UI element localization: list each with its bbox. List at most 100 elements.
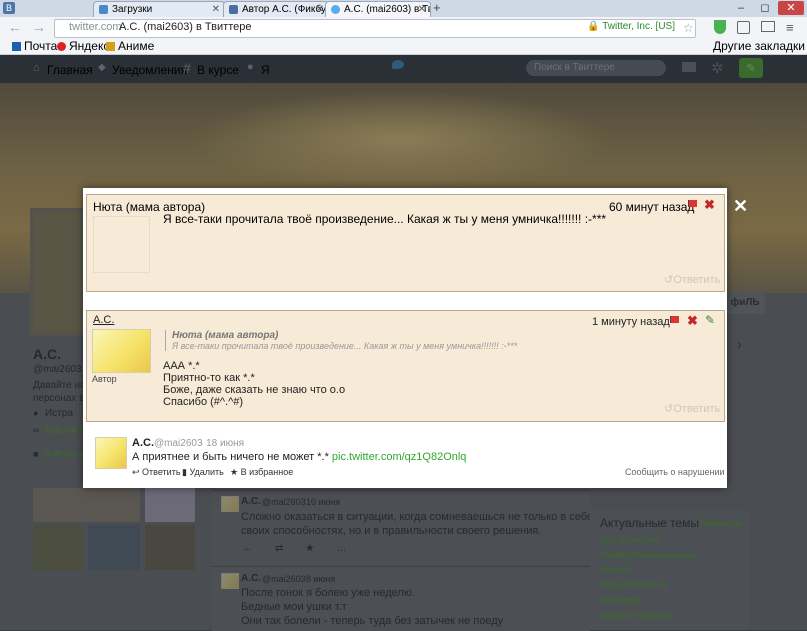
tweet-reply-action[interactable]: ↩ Ответить (132, 467, 181, 478)
forward-button[interactable]: → (32, 19, 46, 35)
pocket-extension-icon[interactable] (737, 21, 750, 34)
profile-name: А.С. (33, 346, 61, 362)
delete-action-label: Удалить (189, 467, 224, 477)
hashtag-icon[interactable]: # (183, 60, 191, 76)
trend-item[interactable]: #ДепутатВзятка (600, 580, 667, 590)
other-bookmarks[interactable]: Другие закладки (713, 39, 805, 53)
profile-edit-button[interactable]: фиЛЬ (725, 292, 765, 314)
banner-character-image (190, 90, 610, 190)
star-icon[interactable]: ☆ (683, 21, 694, 35)
tweet-author: А.С. (241, 496, 261, 507)
bookmark-mail[interactable]: Почта (12, 39, 57, 53)
reply-action-label: Ответить (142, 467, 181, 477)
security-label-text: Twitter, Inc. [US] (602, 21, 675, 32)
comment-line: Боже, даже сказать не знаю что о.о (163, 384, 346, 396)
message-extension-icon[interactable] (761, 21, 775, 32)
tweet-avatar[interactable] (95, 437, 127, 469)
tab-twitter[interactable]: А.С. (mai2603) в Твитте ✕ (325, 1, 431, 18)
menu-icon[interactable]: ≡ (786, 20, 794, 35)
bookmark-label: Аниме (118, 39, 155, 53)
tab-close-icon[interactable]: ✕ (418, 2, 426, 17)
window-close-button[interactable]: ✕ (778, 1, 804, 15)
search-input[interactable]: Поиск в Твиттере (526, 60, 666, 76)
vk-app-icon[interactable]: В (3, 2, 15, 14)
anime-icon (106, 42, 115, 51)
tweet-author: А.С. (241, 573, 261, 584)
comment-reply-link[interactable]: ↺Ответить (664, 402, 720, 415)
comment-author-link[interactable]: А.С. (93, 314, 114, 326)
trend-item[interactable]: #Днем Рождения (600, 610, 671, 620)
tweet-text-line: Сложно оказаться в ситуации, когда сомне… (241, 511, 603, 523)
trend-item[interactable]: #Valleyofthenewvmower (600, 550, 697, 560)
person-icon[interactable]: ● (247, 61, 254, 73)
modal-close-button[interactable]: ✕ (733, 196, 748, 217)
nav-home[interactable]: Главная (47, 63, 93, 77)
profile-location: Истра (45, 408, 73, 419)
url-title: А.С. (mai2603) в Твиттере (119, 21, 252, 33)
nav-discover[interactable]: В курсе (197, 63, 239, 77)
shield-extension-icon[interactable] (714, 20, 726, 34)
tweet-body: А приятнее и быть ничего не может *.* (132, 451, 329, 463)
bookmark-yandex[interactable]: Яндекс (57, 39, 109, 53)
photo-thumb-4[interactable] (88, 525, 140, 570)
photo-thumb-2[interactable] (145, 488, 195, 522)
delete-icon[interactable]: ✖ (687, 313, 698, 329)
tab-close-icon[interactable]: ✕ (212, 2, 220, 17)
mail-icon (12, 42, 21, 51)
profile-bio-2: персонах ва (33, 393, 90, 404)
photo-thumb-5[interactable] (145, 525, 195, 570)
tweet-handle[interactable]: @mai2603 (154, 438, 203, 449)
quote-author: Нюта (мама автора) (172, 330, 279, 341)
tweet-pic-link[interactable]: pic.twitter.com/qz1Q82Onlq (332, 451, 467, 463)
trend-item[interactable]: #АзКодро (600, 595, 640, 605)
report-flag-icon[interactable] (688, 200, 697, 207)
home-icon[interactable]: ⌂ (33, 62, 40, 74)
tweet-favorite-action[interactable]: ★ В избранное (230, 467, 293, 478)
bookmark-anime[interactable]: Аниме (106, 39, 154, 53)
comment-line: Приятно-то как *.* (163, 372, 255, 384)
tweet-action-icons[interactable]: ←⇄★… (243, 543, 368, 554)
tab-ficbook[interactable]: Автор А.С. (Фикбук. Сп ✕ (223, 1, 329, 18)
report-flag-icon[interactable] (670, 316, 679, 323)
messages-icon[interactable] (682, 62, 696, 72)
photo-thumb-3[interactable] (33, 525, 83, 570)
tweet-text-line: После гонок я болею уже неделю. (241, 587, 416, 599)
tweet-date[interactable]: · 18 июня (200, 438, 244, 449)
tweet-report-link[interactable]: Сообщить о нарушении (625, 467, 725, 477)
trend-item[interactable]: #Do You Know (600, 535, 659, 545)
back-button[interactable]: ← (8, 19, 22, 35)
new-tab-button[interactable]: + (433, 0, 441, 15)
address-bar[interactable]: twitter.com А.С. (mai2603) в Твиттере 🔒 … (54, 19, 696, 38)
author-role: Автор (92, 374, 117, 384)
trends-change-link[interactable]: Изменить (700, 518, 741, 528)
edit-pencil-icon[interactable]: ✎ (705, 313, 715, 327)
nav-me[interactable]: Я (261, 63, 270, 77)
yandex-icon (57, 42, 66, 51)
tweet-delete-action[interactable]: ▮ Удалить (182, 467, 224, 478)
photo-thumb-1[interactable] (33, 488, 140, 522)
trend-item[interactable]: #метро (600, 565, 630, 575)
tweet-author[interactable]: А.С. (132, 437, 154, 449)
restore-button[interactable]: ◻ (754, 1, 776, 15)
settings-gear-icon[interactable]: ✲ (711, 59, 724, 77)
tab-close-icon[interactable]: ✕ (316, 2, 324, 17)
comment-reply-link[interactable]: ↺Ответить (664, 273, 720, 286)
delete-icon[interactable]: ✖ (704, 197, 715, 213)
tab-label: Загрузки (112, 4, 153, 15)
quote-text: Я все-таки прочитала твоё произведение..… (172, 341, 518, 351)
compose-tweet-button[interactable]: ✎ (739, 58, 763, 78)
tweet-handle: @mai2603 (262, 574, 306, 584)
next-chevron-icon[interactable]: › (737, 336, 742, 352)
reply-label: Ответить (673, 274, 721, 286)
tweet-text: А приятнее и быть ничего не может *.* pi… (132, 451, 466, 463)
notifications-icon[interactable]: ◆ (98, 62, 106, 73)
security-label: 🔒 Twitter, Inc. [US] (587, 21, 675, 32)
twitter-logo-icon[interactable] (392, 60, 404, 69)
comment-text: Я все-таки прочитала твоё произведение..… (163, 212, 607, 226)
nav-notifications[interactable]: Уведомления (112, 63, 187, 77)
location-icon: ● (33, 408, 39, 418)
minimize-button[interactable]: – (730, 1, 752, 15)
bookmark-label: Яндекс (69, 39, 110, 53)
comment-line: ААА *.* (163, 360, 200, 372)
tab-downloads[interactable]: Загрузки ✕ (93, 1, 225, 18)
